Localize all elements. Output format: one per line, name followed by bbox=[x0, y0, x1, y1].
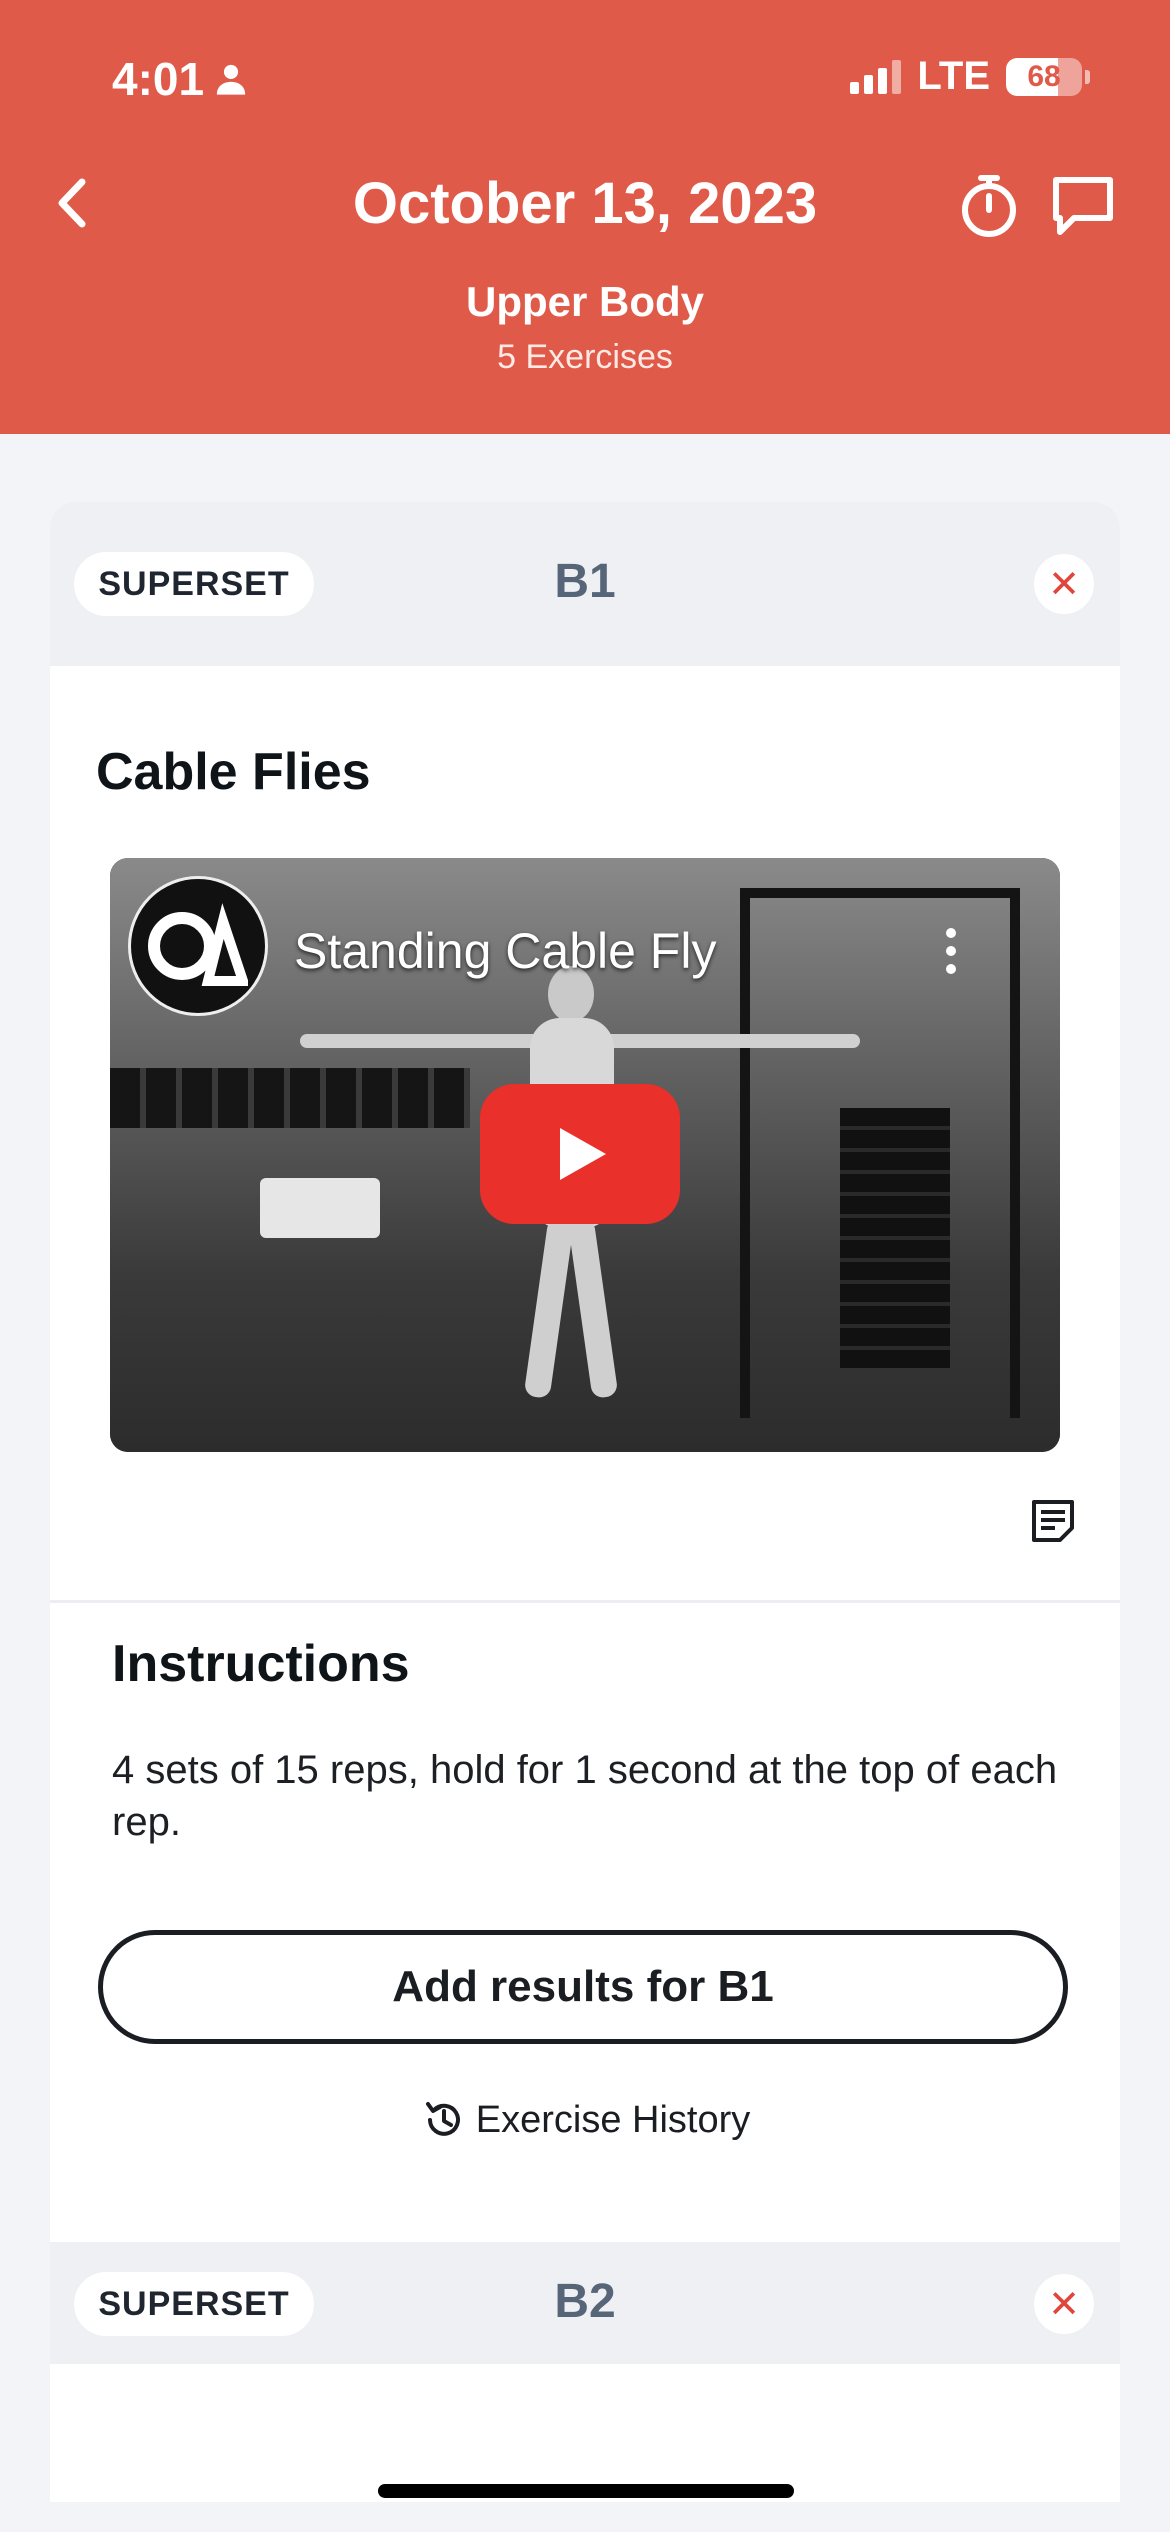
stopwatch-icon[interactable] bbox=[954, 170, 1024, 240]
battery-icon: 68 bbox=[1006, 57, 1090, 96]
status-time: 4:01 bbox=[112, 52, 248, 106]
add-results-button[interactable]: Add results for B1 bbox=[98, 1930, 1068, 2044]
instructions-heading: Instructions bbox=[112, 1635, 410, 1693]
signal-icon bbox=[850, 59, 902, 94]
exercise-count: 5 Exercises bbox=[497, 338, 673, 376]
divider bbox=[50, 1600, 1120, 1603]
remove-superset-button[interactable]: ✕ bbox=[1034, 2274, 1094, 2334]
status-indicators: LTE 68 bbox=[850, 54, 1090, 99]
notes-icon[interactable] bbox=[1030, 1498, 1076, 1544]
exercise-video[interactable]: Standing Cable Fly bbox=[110, 858, 1060, 1452]
superset-label: B1 bbox=[554, 555, 616, 608]
history-icon bbox=[425, 2102, 460, 2136]
network-label: LTE bbox=[917, 54, 990, 98]
close-icon: ✕ bbox=[1048, 563, 1080, 606]
status-time-text: 4:01 bbox=[112, 53, 205, 105]
superset-header: SUPERSET B1 ✕ bbox=[50, 502, 1120, 666]
chat-icon[interactable] bbox=[1048, 170, 1118, 240]
workout-name: Upper Body bbox=[465, 278, 704, 325]
close-icon: ✕ bbox=[1048, 2283, 1080, 2326]
home-indicator bbox=[378, 2484, 794, 2498]
app-header: 4:01 LTE 68 October 13, 2023 Upper Body … bbox=[0, 0, 1170, 434]
person-icon bbox=[216, 64, 246, 95]
video-title: Standing Cable Fly bbox=[294, 923, 717, 979]
remove-superset-button[interactable]: ✕ bbox=[1034, 554, 1094, 614]
channel-logo-icon[interactable] bbox=[128, 876, 268, 1016]
exercise-history-link[interactable]: Exercise History bbox=[50, 2096, 1120, 2144]
exercise-title: Cable Flies bbox=[96, 743, 371, 801]
superset-header: SUPERSET B2 ✕ bbox=[50, 2242, 1120, 2364]
play-icon bbox=[560, 1128, 606, 1180]
instructions-text: 4 sets of 15 reps, hold for 1 second at … bbox=[112, 1748, 1058, 1844]
play-button[interactable] bbox=[480, 1084, 680, 1224]
battery-level: 68 bbox=[1027, 59, 1061, 93]
superset-label: B2 bbox=[554, 2275, 616, 2328]
more-options-icon[interactable] bbox=[946, 928, 956, 982]
exercise-history-label: Exercise History bbox=[475, 2098, 751, 2141]
exercise-card: SUPERSET B1 ✕ Cable Flies Standing Cable… bbox=[50, 502, 1120, 2502]
